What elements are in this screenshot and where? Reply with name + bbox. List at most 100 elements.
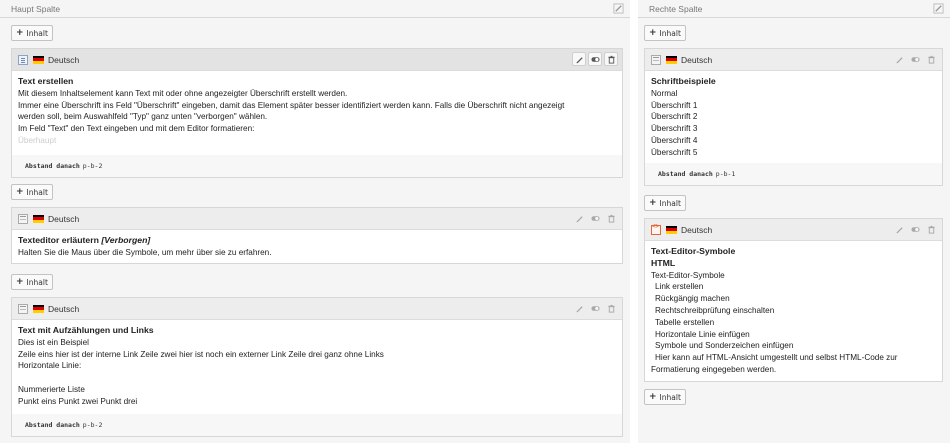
body-line: Zeile eins hier ist der interne Link Zei… [18, 349, 384, 359]
add-content-button[interactable]: + Inhalt [11, 274, 53, 290]
add-content-button[interactable]: + Inhalt [644, 195, 686, 211]
footer-value: p-b-2 [82, 162, 103, 170]
delete-button[interactable] [604, 301, 618, 315]
body-line: Formatierung eingegeben werden. [651, 364, 777, 374]
toggle-visibility-button[interactable] [908, 52, 922, 66]
toggle-visibility-button[interactable] [588, 52, 602, 66]
footer-value: p-b-2 [82, 421, 103, 429]
body-line: Überschrift 5 [651, 147, 698, 157]
add-content-label: Inhalt [659, 392, 681, 402]
add-content-button[interactable]: + Inhalt [644, 25, 686, 41]
delete-button[interactable] [924, 222, 938, 236]
card-body: Text-Editor-Symbole HTML Text-Editor-Sym… [645, 241, 942, 376]
body-line: Überschrift 4 [651, 135, 698, 145]
body-line: Hier kann auf HTML-Ansicht umgestellt un… [655, 353, 898, 363]
body-line: Überschrift 1 [651, 100, 698, 110]
footer-label: Abstand danach [25, 421, 80, 429]
footer-label: Abstand danach [658, 170, 713, 178]
card-footer: Abstand danach p-b-1 [645, 163, 942, 185]
heading-text: Texteditor erläutern [18, 235, 99, 245]
card-body: Text erstellen Mit diesem Inhaltselement… [12, 71, 622, 147]
body-line-faded: Überhaupt [18, 135, 57, 145]
hidden-flag: [Verborgen] [101, 235, 151, 245]
toggle-visibility-button[interactable] [908, 222, 922, 236]
language-label: Deutsch [48, 303, 80, 314]
body-line: Überschrift 3 [651, 124, 698, 134]
right-column-title: Rechte Spalte [649, 3, 703, 14]
main-column: Haupt Spalte + Inhalt Deutsch Text erste… [0, 0, 630, 443]
plus-icon: + [16, 27, 24, 38]
card-header: Deutsch [645, 219, 942, 241]
german-flag-icon [666, 55, 677, 64]
toggle-visibility-button[interactable] [588, 211, 602, 225]
text-content-icon [18, 54, 28, 65]
body-line: Link erstellen [655, 282, 704, 292]
plus-icon: + [649, 27, 657, 38]
plain-content-icon [18, 213, 28, 224]
content-element-card[interactable]: Deutsch Text erstellen Mit diesem Inhalt… [11, 48, 623, 178]
content-subheading: HTML [651, 257, 676, 268]
plus-icon: + [649, 197, 657, 208]
card-body: Text mit Aufzählungen und Links Dies ist… [12, 320, 622, 408]
content-element-card[interactable]: Deutsch Text-Editor-Symbole HTML Text-Ed… [644, 218, 943, 382]
content-element-card[interactable]: Deutsch Texteditor erläutern [Verborgen]… [11, 207, 623, 264]
body-line: Horizontale Linie einfügen [655, 329, 750, 339]
body-line: Dies ist ein Beispiel [18, 337, 89, 347]
right-column-header: Rechte Spalte [638, 0, 950, 18]
column-edit-icon[interactable] [933, 3, 944, 14]
right-column: Rechte Spalte + Inhalt Deutsch Schriftbe… [638, 0, 950, 443]
body-line: Überschrift 2 [651, 112, 698, 122]
add-content-button[interactable]: + Inhalt [11, 25, 53, 41]
language-label: Deutsch [681, 224, 713, 235]
card-footer: Abstand danach p-b-2 [12, 155, 622, 177]
content-element-card[interactable]: Deutsch Schriftbeispiele Normal Überschr… [644, 48, 943, 186]
language-label: Deutsch [48, 54, 80, 65]
plus-icon: + [649, 391, 657, 402]
plus-icon: + [16, 276, 24, 287]
toggle-visibility-button[interactable] [588, 301, 602, 315]
body-line: Mit diesem Inhaltselement kann Text mit … [18, 88, 348, 98]
body-line: Immer eine Überschrift ins Feld "Übersch… [18, 100, 565, 110]
add-content-label: Inhalt [26, 277, 48, 287]
card-body: Schriftbeispiele Normal Überschrift 1 Üb… [645, 71, 942, 159]
add-content-label: Inhalt [26, 187, 48, 197]
german-flag-icon [666, 225, 677, 234]
edit-button[interactable] [572, 52, 586, 66]
content-heading: Text-Editor-Symbole [651, 246, 736, 256]
language-label: Deutsch [48, 213, 80, 224]
german-flag-icon [33, 55, 44, 64]
add-content-button[interactable]: + Inhalt [644, 389, 686, 405]
content-element-card[interactable]: Deutsch Text mit Aufzählungen und Links … [11, 297, 623, 437]
card-header: Deutsch [645, 49, 942, 71]
body-line: Text-Editor-Symbole [651, 270, 725, 280]
edit-button[interactable] [572, 301, 586, 315]
plus-icon: + [16, 186, 24, 197]
body-line: Nummerierte Liste [18, 384, 85, 394]
content-heading: Text mit Aufzählungen und Links [18, 325, 154, 335]
body-line: Normal [651, 88, 678, 98]
add-content-button[interactable]: + Inhalt [11, 184, 53, 200]
delete-button[interactable] [604, 52, 618, 66]
add-content-label: Inhalt [26, 28, 48, 38]
body-line: Rückgängig machen [655, 294, 730, 304]
column-edit-icon[interactable] [613, 3, 624, 14]
edit-button[interactable] [572, 211, 586, 225]
german-flag-icon [33, 214, 44, 223]
card-body: Texteditor erläutern [Verborgen] Halten … [12, 230, 622, 259]
content-heading: Schriftbeispiele [651, 76, 716, 86]
footer-label: Abstand danach [25, 162, 80, 170]
plain-content-icon [651, 54, 661, 65]
edit-button[interactable] [892, 52, 906, 66]
edit-button[interactable] [892, 222, 906, 236]
delete-button[interactable] [924, 52, 938, 66]
german-flag-icon [33, 304, 44, 313]
main-column-header: Haupt Spalte [0, 0, 630, 18]
add-content-label: Inhalt [659, 28, 681, 38]
delete-button[interactable] [604, 211, 618, 225]
card-header: Deutsch [12, 49, 622, 71]
body-line: Halten Sie die Maus über die Symbole, um… [18, 247, 272, 257]
card-footer: Abstand danach p-b-2 [12, 414, 622, 436]
add-content-label: Inhalt [659, 198, 681, 208]
card-header: Deutsch [12, 208, 622, 230]
